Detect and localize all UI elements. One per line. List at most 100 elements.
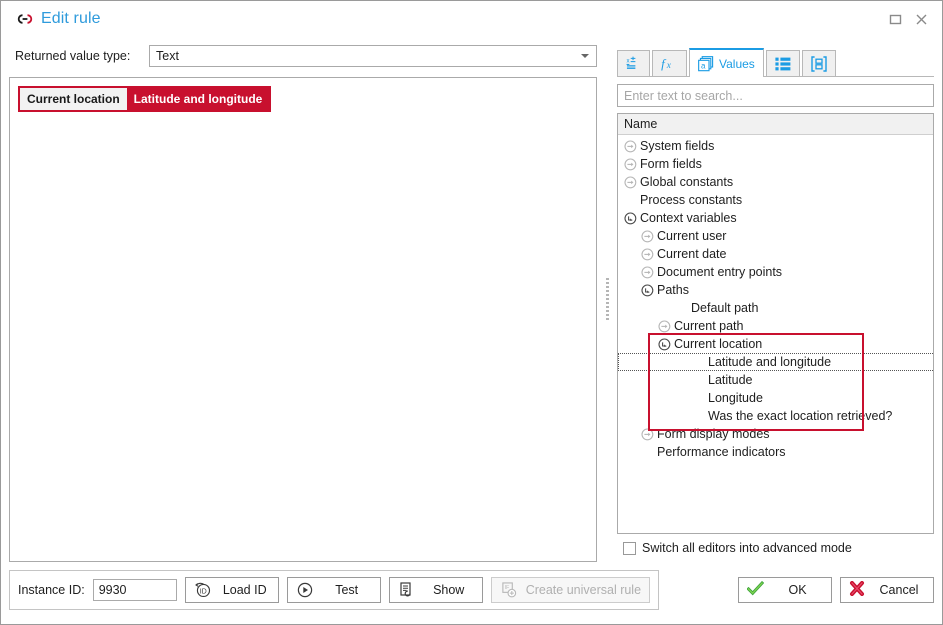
tree-expand-toggle-open-icon[interactable]	[656, 337, 672, 351]
green-check-icon	[746, 580, 765, 599]
instance-id-input[interactable]	[92, 579, 177, 601]
tree-item[interactable]: Performance indicators	[618, 443, 933, 461]
tab-values[interactable]: a Values	[689, 48, 764, 77]
form-brackets-icon	[811, 55, 827, 72]
tree-item-label: Current location	[674, 337, 763, 351]
tree-item[interactable]: System fields	[618, 137, 933, 155]
tab-forms[interactable]	[801, 50, 836, 76]
tree-item[interactable]: Document entry points	[618, 263, 933, 281]
tree-item-label: Document entry points	[657, 265, 783, 279]
tree-item-label: Performance indicators	[657, 445, 786, 459]
red-x-icon	[849, 581, 865, 599]
tree-item[interactable]: Current date	[618, 245, 933, 263]
bottom-actions-group: Instance ID: ID Load ID	[9, 570, 660, 610]
cancel-label: Cancel	[879, 583, 919, 597]
advanced-mode-row[interactable]: Switch all editors into advanced mode	[617, 534, 934, 562]
tree-expand-toggle-closed-icon[interactable]	[622, 139, 638, 153]
tree-item[interactable]: Latitude	[618, 371, 933, 389]
tab-functions[interactable]: f x	[652, 50, 687, 76]
edit-rule-window: Edit rule Returned value type: Text Curr…	[0, 0, 943, 625]
tree-item[interactable]: Was the exact location retrieved?	[618, 407, 933, 425]
tree-expand-toggle-open-icon[interactable]	[622, 211, 638, 225]
tree-expand-toggle-closed-icon[interactable]	[639, 427, 655, 441]
test-label: Test	[335, 583, 359, 597]
expression-canvas[interactable]: Current location Latitude and longitude	[9, 77, 597, 562]
tree-item[interactable]: Current location	[618, 335, 933, 353]
show-button[interactable]: Show	[388, 577, 483, 603]
load-id-button[interactable]: ID Load ID	[184, 577, 279, 603]
tree-item-label: Default path	[691, 301, 759, 315]
close-button[interactable]	[908, 7, 934, 31]
tree-item-label: Latitude	[708, 373, 753, 387]
instance-id-label: Instance ID:	[18, 583, 85, 597]
tree-item-label: Form fields	[640, 157, 702, 171]
tree-body[interactable]: System fields Form fields Global constants…	[618, 135, 933, 533]
tree-item-label: Form display modes	[657, 427, 770, 441]
play-circle-icon	[296, 582, 314, 598]
tree-item[interactable]: Paths	[618, 281, 933, 299]
returned-value-type-value: Text	[156, 49, 179, 63]
function-fx-icon: f x	[661, 56, 678, 71]
tree-item[interactable]: Form fields	[618, 155, 933, 173]
cancel-button[interactable]: Cancel	[840, 577, 934, 603]
load-id-label: Load ID	[222, 583, 267, 597]
tree-item[interactable]: Form display modes	[618, 425, 933, 443]
bottom-toolbar: Instance ID: ID Load ID	[1, 562, 942, 624]
expression-token[interactable]: Current location Latitude and longitude	[18, 86, 272, 112]
tree-item-label: System fields	[640, 139, 715, 153]
test-button[interactable]: Test	[286, 577, 381, 603]
tree-item-label: Was the exact location retrieved?	[708, 409, 893, 423]
values-panel: x f x a Values Enter text to search... N…	[617, 37, 934, 562]
list-icon	[775, 57, 791, 71]
chain-link-icon	[15, 9, 35, 29]
tree-expand-toggle-closed-icon[interactable]	[622, 175, 638, 189]
create-universal-rule-button[interactable]: IF Create universal rule	[490, 577, 651, 603]
tree-item-label: Latitude and longitude	[708, 355, 832, 369]
load-id-icon: ID	[194, 582, 212, 598]
pane-splitter[interactable]	[597, 37, 617, 562]
svg-text:a: a	[701, 61, 706, 70]
tree-expand-toggle-open-icon[interactable]	[639, 283, 655, 297]
search-input[interactable]	[618, 88, 933, 103]
ok-label: OK	[788, 583, 807, 597]
tab-values-label: Values	[719, 56, 755, 71]
token-suffix: Latitude and longitude	[126, 88, 270, 110]
svg-text:x: x	[626, 58, 629, 65]
advanced-mode-label: Switch all editors into advanced mode	[642, 541, 852, 555]
tree-expand-toggle-closed-icon[interactable]	[656, 319, 672, 333]
tree-item-label: Current path	[674, 319, 744, 333]
tree-item-label: Current user	[657, 229, 727, 243]
tree-item[interactable]: Latitude and longitude	[618, 353, 933, 371]
tree-item[interactable]: Global constants	[618, 173, 933, 191]
search-box[interactable]	[617, 84, 934, 107]
document-arrow-icon	[398, 582, 416, 598]
tree-item-label: Paths	[657, 283, 689, 297]
tree-item-label: Longitude	[708, 391, 763, 405]
maximize-button[interactable]	[882, 7, 908, 31]
svg-text:ID: ID	[199, 588, 206, 595]
tree-expand-toggle-closed-icon[interactable]	[622, 157, 638, 171]
page-title: Edit rule	[41, 10, 101, 27]
values-tree: Name System fields Form fields Global cons…	[617, 113, 934, 534]
advanced-mode-checkbox[interactable]	[623, 541, 636, 555]
tree-item[interactable]: Context variables	[618, 209, 933, 227]
tab-lists[interactable]	[765, 50, 800, 76]
ok-button[interactable]: OK	[738, 577, 832, 603]
title-bar: Edit rule	[1, 1, 942, 37]
tree-column-header-name: Name	[618, 114, 933, 135]
expression-editor-pane: Returned value type: Text Current locati…	[9, 37, 597, 562]
tree-item[interactable]: Current user	[618, 227, 933, 245]
tab-variables[interactable]: x	[617, 50, 650, 76]
tree-item[interactable]: Process constants	[618, 191, 933, 209]
tree-item[interactable]: Default path	[618, 299, 933, 317]
create-universal-rule-label: Create universal rule	[525, 583, 642, 597]
tree-expand-toggle-closed-icon[interactable]	[639, 247, 655, 261]
returned-value-type-select[interactable]: Text	[149, 45, 597, 67]
tree-item-label: Context variables	[640, 211, 737, 225]
tree-item[interactable]: Longitude	[618, 389, 933, 407]
tree-item-label: Process constants	[640, 193, 743, 207]
variables-icon: x	[626, 56, 641, 71]
tree-item[interactable]: Current path	[618, 317, 933, 335]
tree-expand-toggle-closed-icon[interactable]	[639, 265, 655, 279]
tree-expand-toggle-closed-icon[interactable]	[639, 229, 655, 243]
